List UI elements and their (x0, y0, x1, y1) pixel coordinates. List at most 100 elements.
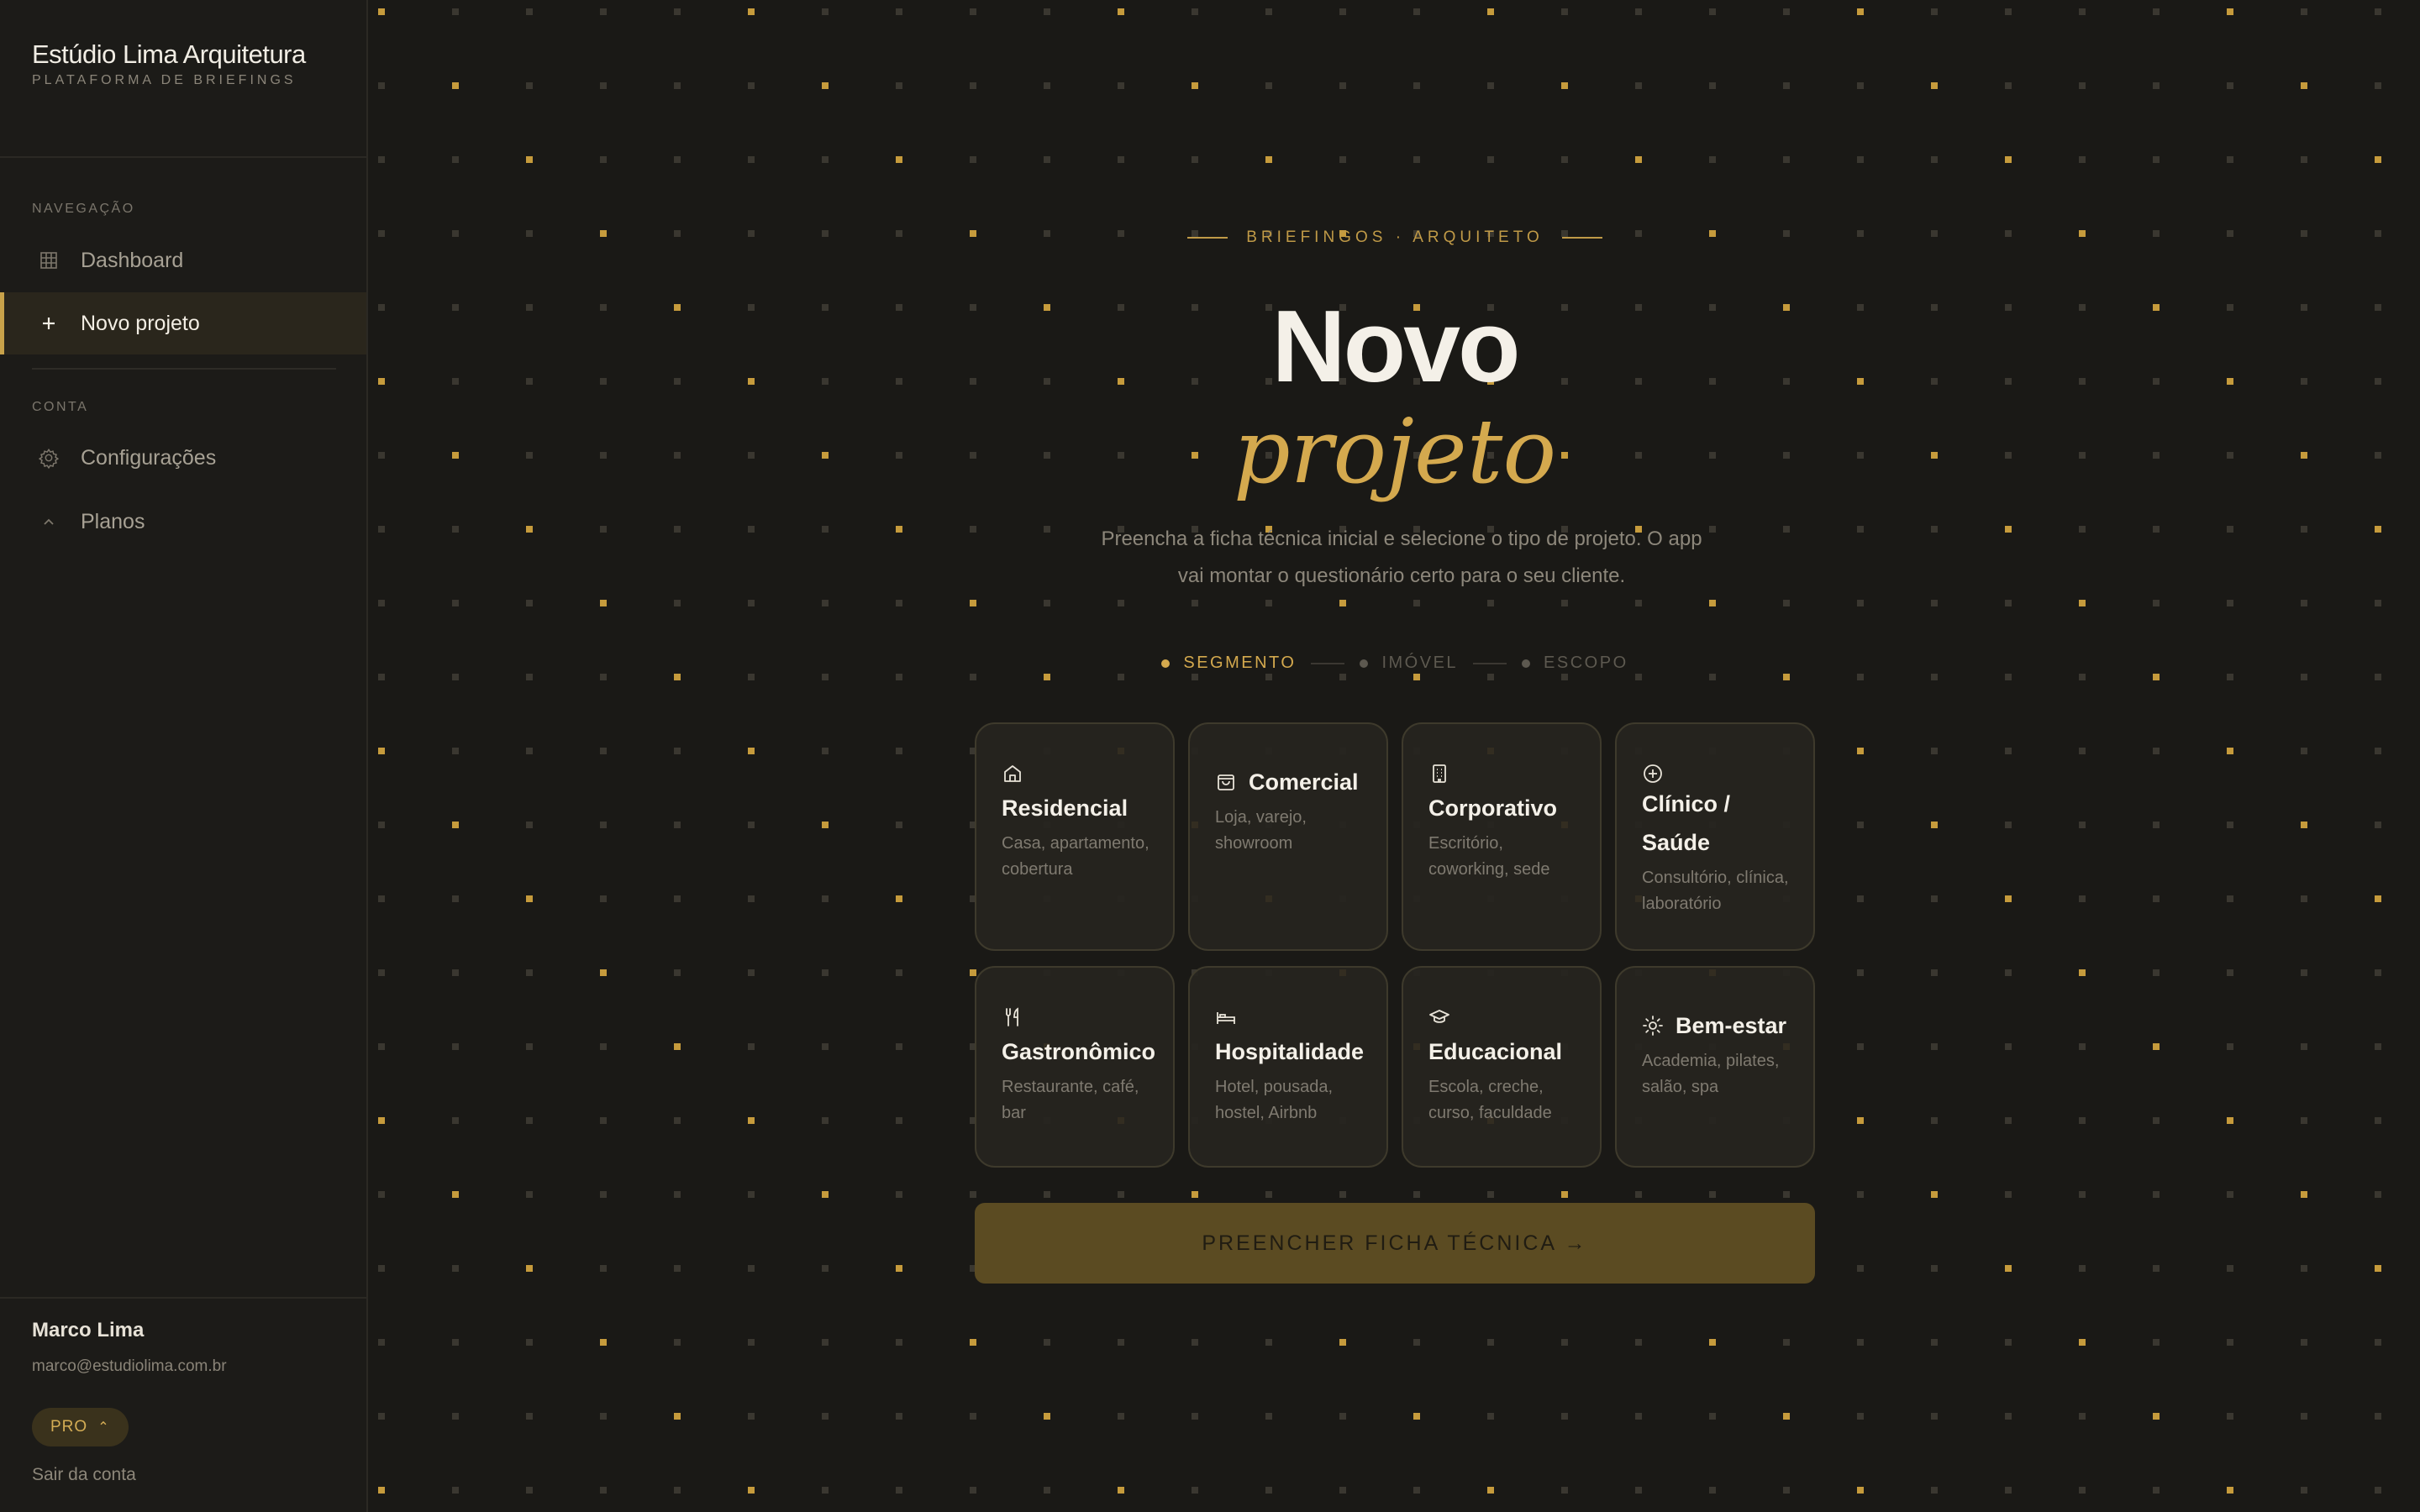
sidebar-item-dashboard[interactable]: Dashboard (0, 229, 366, 291)
background-dot (600, 895, 607, 902)
background-dot (1931, 1191, 1938, 1198)
background-dot (2227, 895, 2233, 902)
background-dot (674, 526, 681, 533)
user-email: marco@estudiolima.com.br (32, 1357, 227, 1375)
background-dot (1561, 1413, 1568, 1420)
background-dot (2153, 969, 2160, 976)
user-block: Marco Lima marco@estudiolima.com.br (32, 1319, 351, 1376)
background-dot (378, 674, 385, 680)
fill-technical-sheet-button[interactable]: PREENCHER FICHA TÉCNICA → (975, 1203, 1815, 1284)
background-dot (452, 1265, 459, 1272)
background-dot (378, 969, 385, 976)
background-dot (2301, 1191, 2307, 1198)
segment-card-bem-estar[interactable]: Bem-estar Academia, pilates, salão, spa (1615, 966, 1815, 1168)
step-escopo[interactable]: ESCOPO (1522, 654, 1628, 673)
background-dot (1635, 8, 1642, 15)
background-dot (1857, 822, 1864, 828)
background-dot (2079, 82, 2086, 89)
background-dot (1857, 8, 1864, 15)
step-label: ESCOPO (1544, 654, 1628, 672)
background-dot (600, 1043, 607, 1050)
background-dot (1857, 156, 1864, 163)
background-dot (1931, 822, 1938, 828)
eyebrow-line-right (1561, 237, 1602, 239)
sidebar-item-configuracoes[interactable]: Configurações (0, 427, 366, 489)
background-dot (674, 82, 681, 89)
segment-name: Hospitalidade (1215, 1039, 1365, 1064)
background-dot (674, 1191, 681, 1198)
background-dot (1635, 1339, 1642, 1346)
background-dot (748, 822, 755, 828)
background-dot (2079, 1487, 2086, 1494)
background-dot (1783, 156, 1790, 163)
background-dot (1044, 1487, 1050, 1494)
segment-name: Comercial (1249, 769, 1359, 795)
background-dot (1931, 526, 1938, 533)
background-dot (1265, 674, 1272, 680)
background-dot (2227, 8, 2233, 15)
background-dot (1265, 1413, 1272, 1420)
background-dot (1118, 8, 1124, 15)
background-dot (1192, 600, 1198, 606)
background-dot (1857, 600, 1864, 606)
background-dot (748, 895, 755, 902)
background-dot (2005, 1117, 2012, 1124)
background-dot (896, 1487, 902, 1494)
background-dot (896, 748, 902, 754)
background-dot (526, 895, 533, 902)
plan-badge[interactable]: PRO ⌃ (32, 1408, 129, 1446)
sidebar-item-planos[interactable]: Planos (0, 491, 366, 553)
background-dot (1413, 1413, 1420, 1420)
background-dot (2301, 1339, 2307, 1346)
background-dot (526, 600, 533, 606)
segment-card-comercial[interactable]: Comercial Loja, varejo, showroom (1188, 722, 1388, 951)
step-segmento[interactable]: SEGMENTO (1161, 654, 1296, 673)
background-dot (1931, 156, 1938, 163)
logout-link[interactable]: Sair da conta (32, 1465, 136, 1485)
brand[interactable]: Estúdio Lima Arquitetura PLATAFORMA DE B… (32, 40, 351, 88)
background-dot (1931, 674, 1938, 680)
segment-card-clinico-saude[interactable]: Clínico / Saúde Consultório, clínica, la… (1615, 722, 1815, 951)
background-dot (822, 674, 829, 680)
background-dot (526, 822, 533, 828)
sidebar-item-novo-projeto[interactable]: Novo projeto (0, 292, 366, 354)
background-dot (2153, 82, 2160, 89)
background-dot (452, 1191, 459, 1198)
segment-card-residencial[interactable]: Residencial Casa, apartamento, cobertura (975, 722, 1175, 951)
background-dot (526, 674, 533, 680)
background-dot (1783, 1191, 1790, 1198)
background-dot (2375, 1043, 2381, 1050)
chevron-up-icon (39, 512, 59, 532)
background-dot (378, 822, 385, 828)
segment-card-corporativo[interactable]: Corporativo Escritório, coworking, sede (1402, 722, 1602, 951)
segment-card-educacional[interactable]: Educacional Escola, creche, curso, facul… (1402, 966, 1602, 1168)
background-dot (2005, 1265, 2012, 1272)
segment-card-hospitalidade[interactable]: Hospitalidade Hotel, pousada, hostel, Ai… (1188, 966, 1388, 1168)
background-dot (526, 1265, 533, 1272)
background-dot (2227, 1487, 2233, 1494)
segment-card-gastronomico[interactable]: Gastronômico Restaurante, café, bar (975, 966, 1175, 1168)
background-dot (2227, 1191, 2233, 1198)
background-dot (2079, 1413, 2086, 1420)
background-dot (1487, 82, 1494, 89)
background-dot (2079, 748, 2086, 754)
background-dot (2079, 822, 2086, 828)
background-dot (822, 969, 829, 976)
segment-name: Corporativo (1428, 795, 1558, 821)
background-dot (674, 1043, 681, 1050)
background-dot (748, 1191, 755, 1198)
background-dot (1265, 8, 1272, 15)
background-dot (1118, 674, 1124, 680)
background-dot (1561, 600, 1568, 606)
graduation-cap-icon (1428, 1006, 1450, 1028)
step-imovel[interactable]: IMÓVEL (1360, 654, 1458, 673)
background-dot (970, 600, 976, 606)
background-dot (526, 8, 533, 15)
background-dot (2301, 8, 2307, 15)
background-dot (2079, 969, 2086, 976)
background-dot (674, 8, 681, 15)
background-dot (1413, 1487, 1420, 1494)
background-dot (1044, 674, 1050, 680)
background-dot (1709, 156, 1716, 163)
background-dot (1783, 82, 1790, 89)
